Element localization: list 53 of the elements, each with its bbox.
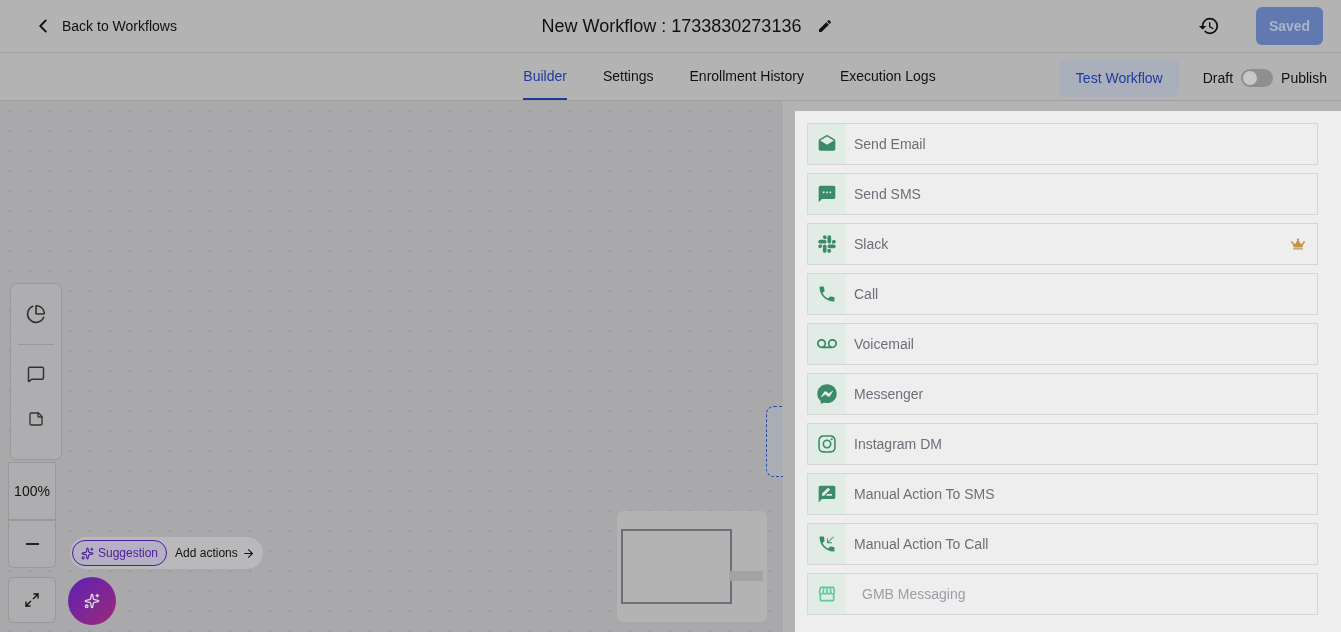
action-item[interactable]: Call [807, 273, 1318, 315]
action-label: Voicemail [854, 334, 915, 354]
sparkle-icon [81, 546, 94, 560]
action-item[interactable]: Slack [807, 223, 1318, 265]
publish-label: Publish [1281, 68, 1327, 88]
tab[interactable]: Enrollment History [689, 53, 804, 100]
camera-icon [817, 434, 837, 454]
action-label: Manual Action To SMS [854, 484, 996, 504]
action-label: Send Email [854, 134, 927, 154]
minus-icon [25, 543, 39, 545]
workflow-title: New Workflow : 1733830273136 [541, 14, 802, 38]
tab[interactable]: Execution Logs [839, 53, 936, 100]
tab[interactable]: Settings [602, 53, 654, 100]
action-item[interactable]: Send Email [807, 123, 1318, 165]
test-workflow-button[interactable]: Test Workflow [1059, 59, 1179, 97]
action-label: Slack [854, 234, 890, 254]
open-envelope-icon [817, 134, 837, 154]
comment-icon[interactable] [27, 365, 45, 383]
chat-bubble-icon [817, 184, 837, 204]
action-item[interactable]: Voicemail [807, 323, 1318, 365]
fit-view-button[interactable] [8, 577, 56, 623]
minimap-node [729, 571, 763, 581]
expand-icon [24, 592, 40, 608]
action-item[interactable]: Instagram DM [807, 423, 1318, 465]
action-label: Manual Action To Call [854, 534, 990, 554]
action-label: Messenger [854, 384, 925, 404]
hash-logo-icon [817, 234, 837, 254]
zoom-level: 100% [8, 462, 56, 520]
action-item[interactable]: Send SMS [807, 173, 1318, 215]
action-item[interactable]: Manual Action To SMS [807, 473, 1318, 515]
action-label: Call [854, 284, 880, 304]
pencil-icon[interactable] [817, 18, 834, 34]
storefront-icon [817, 584, 837, 604]
action-item[interactable]: Manual Action To Call [807, 523, 1318, 565]
history-icon[interactable] [1198, 15, 1220, 37]
drag-handle[interactable] [766, 406, 783, 477]
sticky-note-icon[interactable] [28, 411, 44, 427]
add-actions-link[interactable]: Add actions [175, 544, 255, 562]
ai-assistant-button[interactable] [68, 577, 116, 625]
messenger-icon [817, 384, 837, 404]
action-label: GMB Messaging [862, 584, 967, 604]
draft-label: Draft [1202, 68, 1234, 88]
action-item[interactable]: Messenger [807, 373, 1318, 415]
back-link[interactable]: Back to Workflows [32, 15, 432, 37]
arrow-right-icon [241, 546, 255, 560]
suggestion-chip[interactable]: Suggestion [72, 540, 168, 566]
sparkle-icon [84, 593, 100, 609]
pie-chart-icon[interactable] [26, 304, 46, 324]
publish-toggle[interactable] [1241, 69, 1274, 87]
action-label: Send SMS [854, 184, 922, 204]
phone-icon [817, 284, 837, 304]
pencil-bubble-icon [817, 484, 837, 504]
action-label: Instagram DM [854, 434, 943, 454]
